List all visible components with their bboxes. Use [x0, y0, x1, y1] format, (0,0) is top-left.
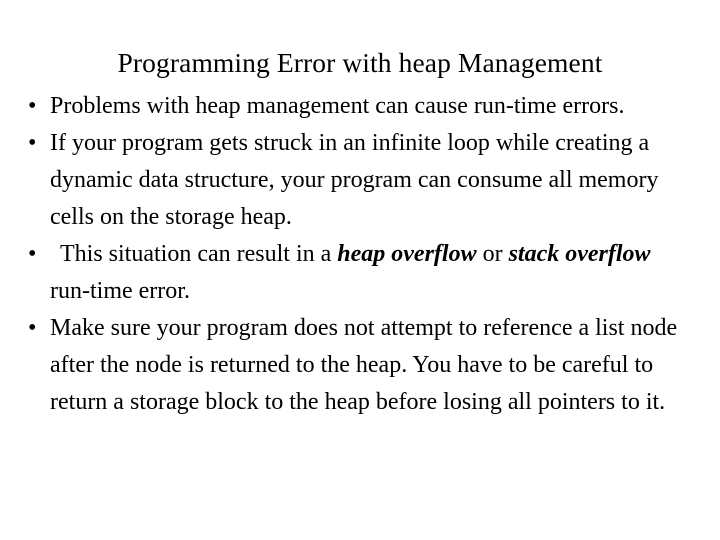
list-item: • This situation can result in a heap ove…	[26, 236, 694, 310]
list-item: • Problems with heap management can cause…	[26, 88, 694, 125]
slide-canvas: Programming Error with heap Management •…	[0, 0, 720, 540]
text-run: If your program gets struck in an infini…	[50, 130, 659, 230]
bullet-point-icon: •	[28, 130, 37, 156]
text-run: This situation can result in a	[60, 241, 338, 267]
list-item-text: This situation can result in a heap over…	[50, 236, 694, 310]
bullet-list: • Problems with heap management can cause…	[26, 88, 694, 421]
text-run: or	[476, 241, 509, 267]
text-run: Make sure your program does not attempt …	[50, 315, 678, 415]
list-item-text: If your program gets struck in an infini…	[50, 125, 694, 236]
list-item-text: Make sure your program does not attempt …	[50, 310, 694, 421]
list-item: • Make sure your program does not attempt…	[26, 310, 694, 421]
bullet-point-icon: •	[28, 241, 37, 267]
bullet-point-icon: •	[28, 93, 37, 119]
list-item-text: Problems with heap management can cause …	[50, 88, 694, 125]
emphasized-term: stack overflow	[508, 241, 651, 267]
page-title: Programming Error with heap Management	[117, 47, 603, 79]
text-run: run-time error.	[50, 278, 190, 304]
bullet-point-icon: •	[28, 315, 37, 341]
emphasized-term: heap overflow	[337, 241, 477, 267]
list-item: • If your program gets struck in an infin…	[26, 125, 694, 236]
text-run: Problems with heap management can cause …	[50, 93, 625, 119]
